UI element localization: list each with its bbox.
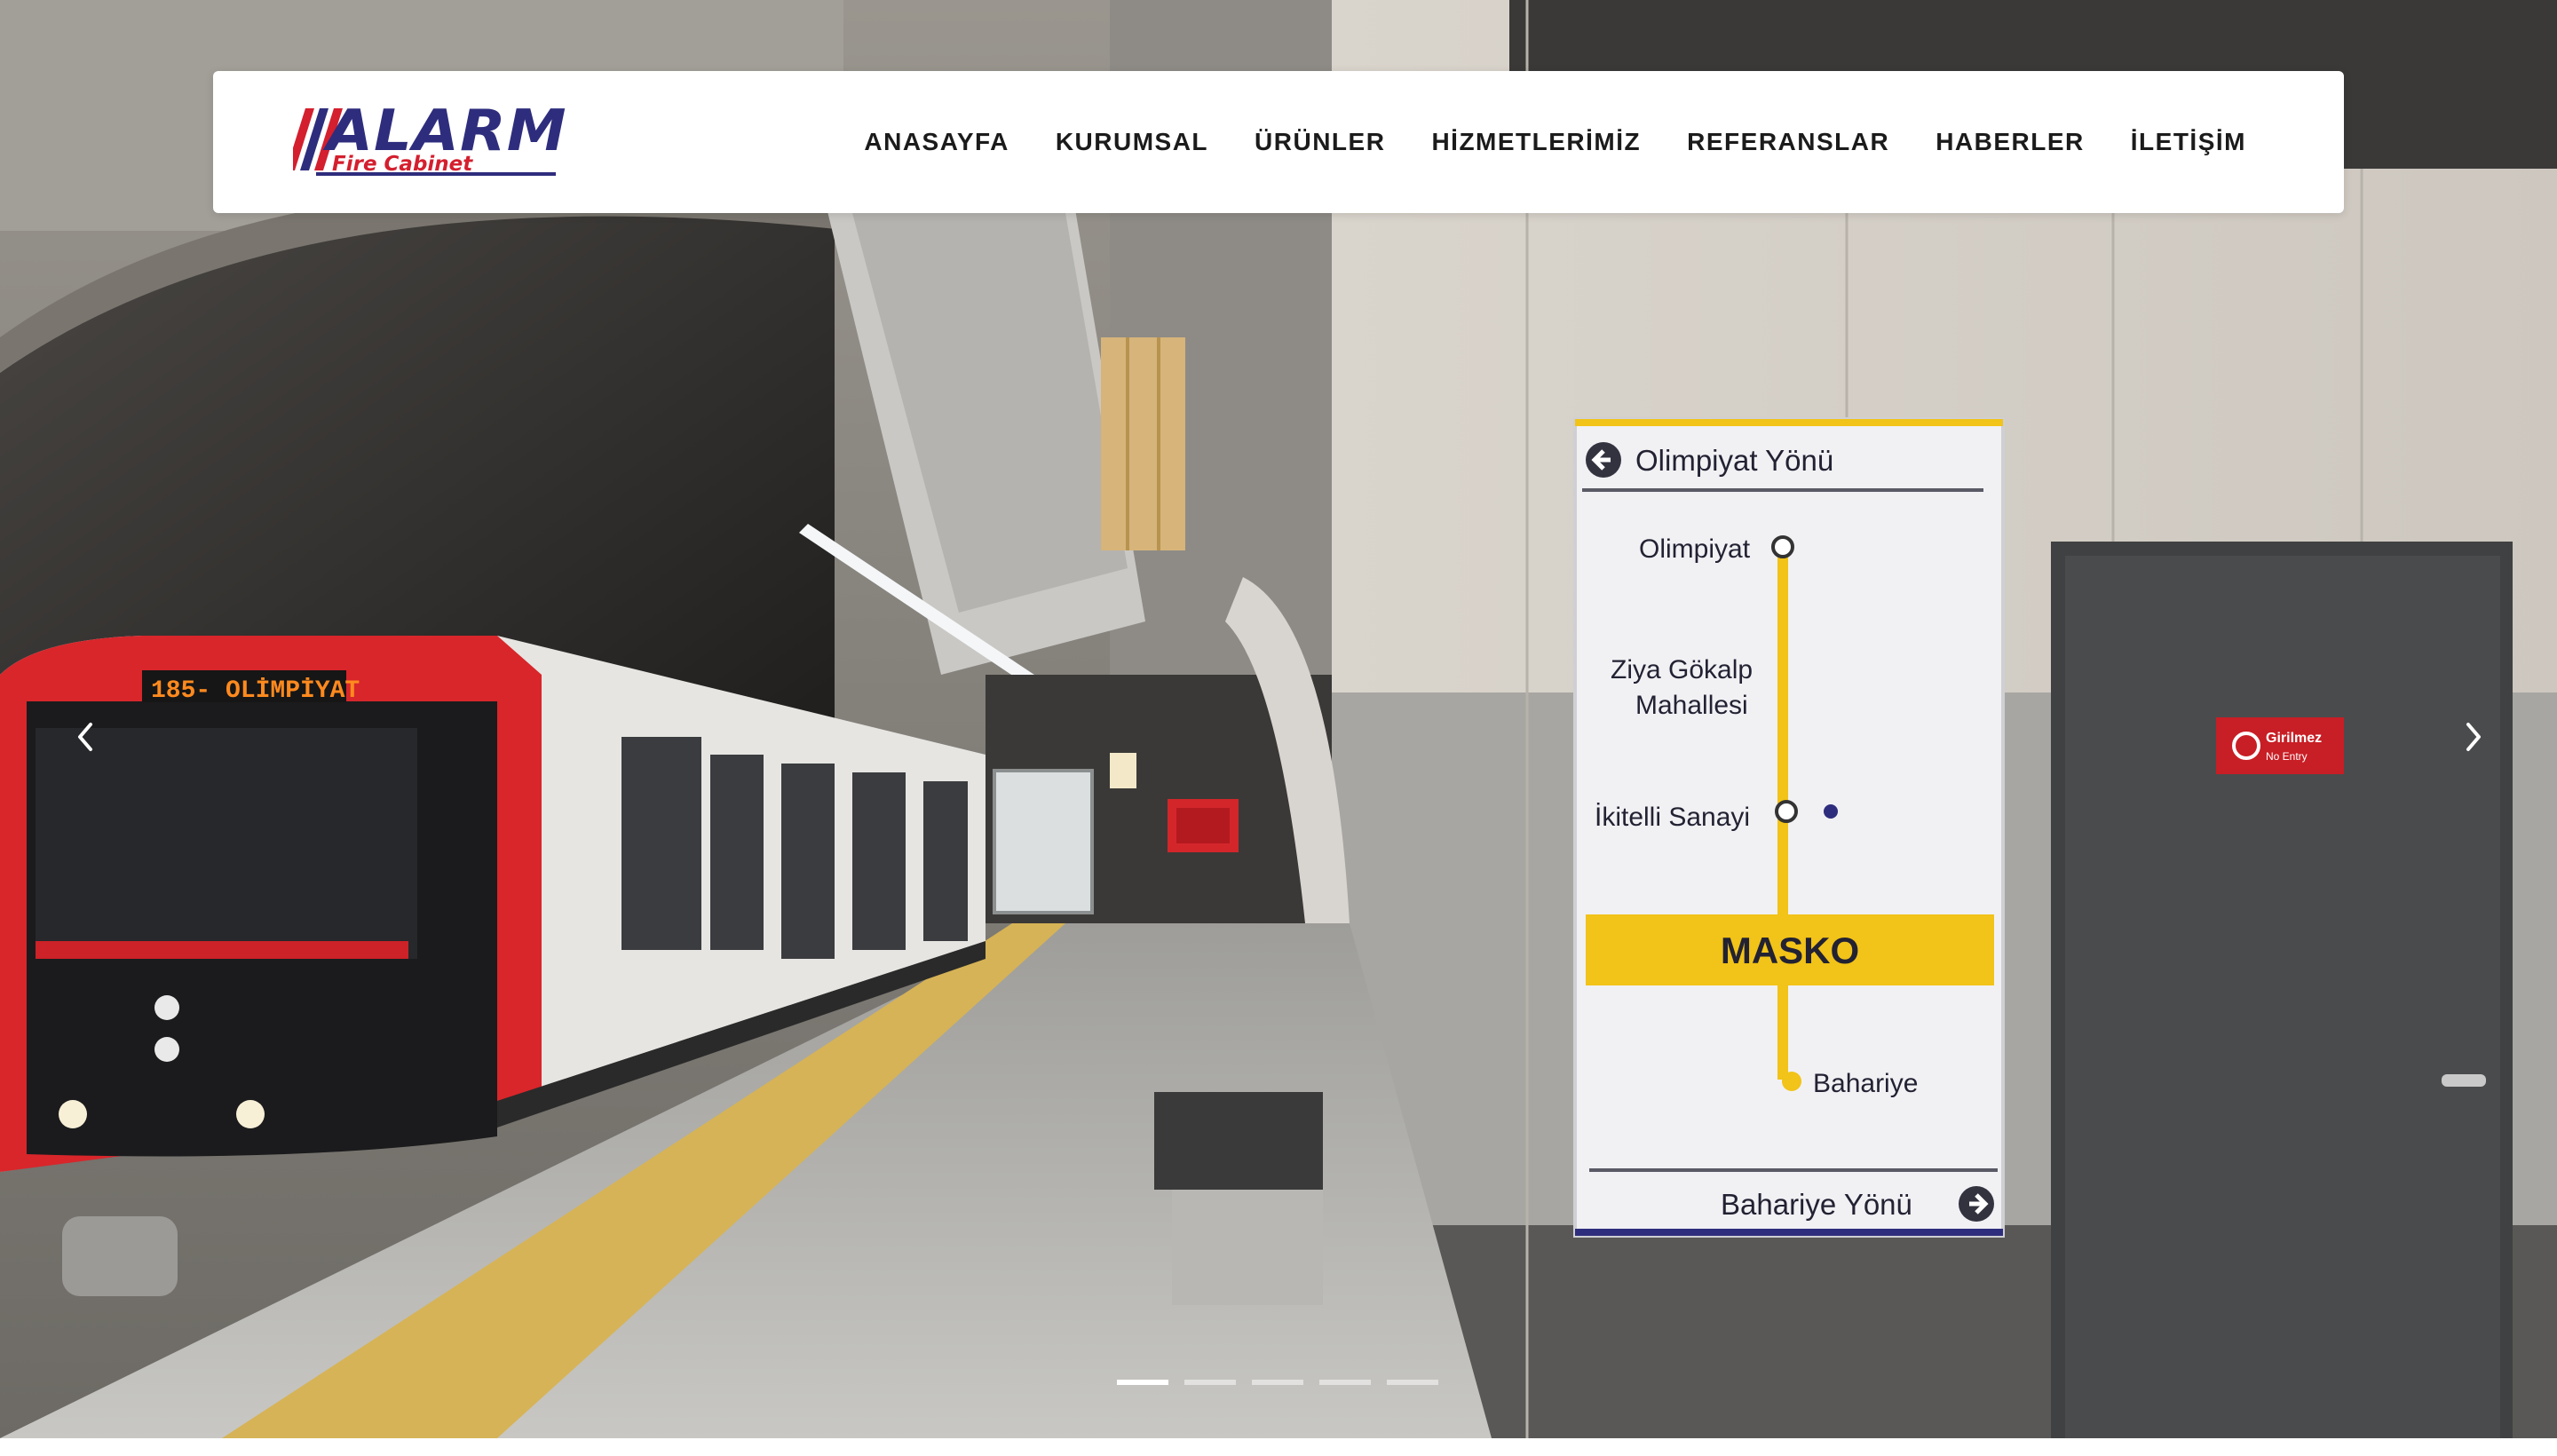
slider-indicator-1[interactable]	[1117, 1380, 1168, 1385]
sign-station-bahariye: Bahariye	[1813, 1069, 1918, 1098]
brand-logo[interactable]: ALARM Fire Cabinet	[293, 103, 577, 183]
nav-item-iletisim[interactable]: İLETİŞİM	[2131, 128, 2246, 156]
sign-top-direction: Olimpiyat Yönü	[1635, 444, 1833, 477]
chevron-left-icon	[78, 723, 92, 751]
sign-station-ziya-gokalp: Ziya Gökalp	[1611, 655, 1753, 684]
sign-bottom-direction: Bahariye Yönü	[1721, 1188, 1912, 1221]
station-route-sign: Olimpiyat Yönü Olimpiyat Ziya Gökalp Mah…	[1573, 417, 2005, 1238]
logo-underline	[316, 172, 556, 176]
chevron-right-icon	[2466, 723, 2481, 751]
page-bottom-strip	[0, 1438, 2557, 1456]
logo-wordmark: ALARM	[327, 99, 567, 164]
nav-item-urunler[interactable]: ÜRÜNLER	[1255, 128, 1385, 156]
sign-station-olimpiyat: Olimpiyat	[1639, 534, 1751, 564]
nav-item-hizmetlerimiz[interactable]: HİZMETLERİMİZ	[1431, 128, 1641, 156]
sign-current-station: MASKO	[1721, 930, 1859, 971]
nav-item-kurumsal[interactable]: KURUMSAL	[1056, 128, 1208, 156]
door-sign-line2: No Entry	[2266, 750, 2308, 763]
nav-item-haberler[interactable]: HABERLER	[1936, 128, 2085, 156]
nav-item-anasayfa[interactable]: ANASAYFA	[864, 128, 1009, 156]
slide-image-metro-station: 185- OLİMPİYAT Olimpiyat Yönü Olimpiyat …	[0, 0, 2557, 1438]
main-nav: ANASAYFA KURUMSAL ÜRÜNLER HİZMETLERİMİZ …	[864, 71, 2246, 213]
slider-prev-button[interactable]	[59, 710, 112, 764]
slider-indicator-5[interactable]	[1387, 1380, 1438, 1385]
door-sign-line1: Girilmez	[2266, 731, 2322, 746]
site-header: ALARM Fire Cabinet ANASAYFA KURUMSAL ÜRÜ…	[213, 71, 2344, 213]
slider-indicator-3[interactable]	[1252, 1380, 1303, 1385]
sign-station-mahallesi: Mahallesi	[1635, 691, 1748, 720]
slider-indicator-4[interactable]	[1319, 1380, 1371, 1385]
sign-station-ikitelli-sanayi: İkitelli Sanayi	[1595, 803, 1750, 832]
train-destination-display: 185- OLİMPİYAT	[151, 677, 360, 705]
hero-slider: 185- OLİMPİYAT Olimpiyat Yönü Olimpiyat …	[0, 0, 2557, 1438]
nav-item-referanslar[interactable]: REFERANSLAR	[1687, 128, 1889, 156]
slider-indicators	[1117, 1380, 1438, 1385]
slider-next-button[interactable]	[2447, 710, 2500, 764]
slider-indicator-2[interactable]	[1184, 1380, 1236, 1385]
